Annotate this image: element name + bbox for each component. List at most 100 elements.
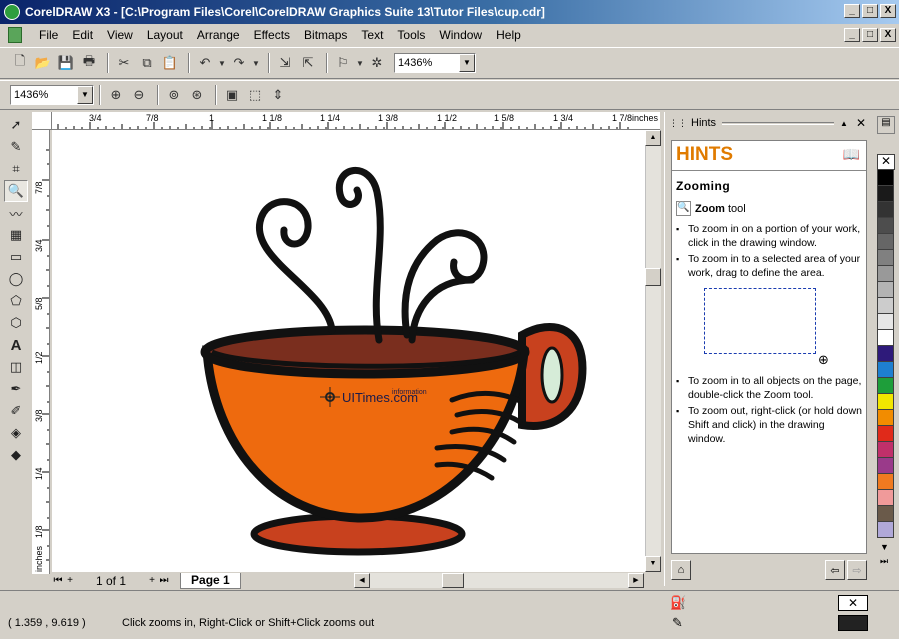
menu-layout[interactable]: Layout — [140, 28, 190, 42]
color-swatch[interactable] — [877, 314, 894, 330]
color-swatch[interactable] — [877, 410, 894, 426]
horizontal-scrollbar[interactable]: ◀ ▶ — [354, 573, 644, 588]
docker-header[interactable]: ⋮⋮ Hints ▲ ✕ — [665, 112, 872, 134]
palette-flyout-icon[interactable]: ▤ — [877, 116, 895, 134]
color-swatch[interactable] — [877, 458, 894, 474]
color-swatch[interactable] — [877, 522, 894, 538]
maximize-button[interactable]: □ — [862, 4, 878, 18]
doc-close-button[interactable]: X — [880, 28, 896, 42]
menu-bitmaps[interactable]: Bitmaps — [297, 28, 354, 42]
color-swatch[interactable] — [877, 362, 894, 378]
copy-icon[interactable]: ⧉ — [137, 53, 157, 73]
text-tool-icon[interactable]: A — [4, 334, 28, 356]
corel-online-icon[interactable]: ✲ — [367, 53, 387, 73]
scroll-down-icon[interactable]: ▼ — [645, 556, 661, 572]
last-page-icon[interactable]: ⏭ — [158, 575, 170, 586]
interactive-blend-tool-icon[interactable]: ◫ — [4, 356, 28, 378]
color-swatch[interactable] — [877, 234, 894, 250]
redo-icon[interactable]: ↷ — [229, 53, 249, 73]
color-swatch[interactable] — [877, 426, 894, 442]
color-swatch[interactable] — [877, 202, 894, 218]
hints-back-icon[interactable]: ⇦ — [825, 560, 845, 580]
coreldraw-app-icon[interactable] — [4, 4, 20, 20]
color-swatch[interactable] — [877, 506, 894, 522]
drawing-window[interactable]: UITimes.com information — [52, 130, 645, 572]
color-swatch[interactable] — [877, 474, 894, 490]
ellipse-tool-icon[interactable]: ◯ — [4, 268, 28, 290]
add-page-after-icon[interactable]: + — [146, 575, 158, 586]
save-icon[interactable]: 💾 — [56, 53, 76, 73]
document-icon[interactable] — [8, 27, 22, 43]
menu-view[interactable]: View — [100, 28, 140, 42]
palette-scroll-down-icon[interactable]: ▼ — [880, 542, 899, 552]
palette-end-icon[interactable]: ⏭ — [880, 556, 899, 567]
ruler-origin[interactable] — [32, 112, 52, 130]
zoom-out-icon[interactable]: ⊖ — [129, 85, 149, 105]
fill-status-icon[interactable]: ⛽ — [670, 595, 686, 611]
color-swatch[interactable] — [877, 490, 894, 506]
launcher-dropdown-icon[interactable]: ▼ — [356, 53, 364, 73]
zoom-to-page-icon[interactable]: ▣ — [222, 85, 242, 105]
paste-icon[interactable]: 📋 — [160, 53, 180, 73]
menu-effects[interactable]: Effects — [247, 28, 297, 42]
scroll-up-icon[interactable]: ▲ — [645, 130, 661, 146]
horizontal-scroll-thumb[interactable] — [442, 573, 464, 588]
page-tab[interactable]: Page 1 — [180, 572, 241, 589]
color-swatch[interactable] — [877, 266, 894, 282]
zoom-in-icon[interactable]: ⊕ — [106, 85, 126, 105]
color-swatch[interactable] — [877, 250, 894, 266]
menu-window[interactable]: Window — [432, 28, 489, 42]
menu-tools[interactable]: Tools — [390, 28, 432, 42]
zoom-to-selected-icon[interactable]: ⊚ — [164, 85, 184, 105]
fill-tool-icon[interactable]: ◈ — [4, 422, 28, 444]
outline-tool-icon[interactable]: ✐ — [4, 400, 28, 422]
menu-text[interactable]: Text — [354, 28, 390, 42]
menu-edit[interactable]: Edit — [65, 28, 100, 42]
shape-tool-icon[interactable]: ✎ — [4, 136, 28, 158]
rectangle-tool-icon[interactable]: ▭ — [4, 246, 28, 268]
menu-arrange[interactable]: Arrange — [190, 28, 247, 42]
redo-dropdown-icon[interactable]: ▼ — [252, 53, 260, 73]
smart-fill-tool-icon[interactable]: ▦ — [4, 224, 28, 246]
menu-file[interactable]: File — [32, 28, 65, 42]
scroll-right-icon[interactable]: ▶ — [628, 573, 644, 588]
outline-status-icon[interactable]: ✎ — [672, 615, 683, 631]
vertical-scroll-thumb[interactable] — [645, 268, 661, 286]
eyedropper-tool-icon[interactable]: ✒ — [4, 378, 28, 400]
zoom-to-page-height-icon[interactable]: ⇕ — [268, 85, 288, 105]
color-swatch[interactable] — [877, 298, 894, 314]
pick-tool-icon[interactable]: ➚ — [4, 114, 28, 136]
scroll-left-icon[interactable]: ◀ — [354, 573, 370, 588]
application-launcher-icon[interactable]: ⚐ — [333, 53, 353, 73]
color-swatch[interactable] — [877, 394, 894, 410]
color-swatch[interactable] — [877, 378, 894, 394]
docker-options-icon[interactable]: ▲ — [840, 119, 848, 128]
import-icon[interactable]: ⇲ — [275, 53, 295, 73]
open-icon[interactable]: 📂 — [33, 53, 53, 73]
color-swatch[interactable] — [877, 330, 894, 346]
undo-icon[interactable]: ↶ — [195, 53, 215, 73]
interactive-fill-tool-icon[interactable]: ◆ — [4, 444, 28, 466]
minimize-button[interactable]: _ — [844, 4, 860, 18]
basic-shapes-tool-icon[interactable]: ⬡ — [4, 312, 28, 334]
docker-grip-icon[interactable]: ⋮⋮ — [669, 118, 687, 129]
first-page-icon[interactable]: ⏮ — [52, 575, 64, 586]
print-icon[interactable]: 🖶 — [79, 53, 99, 73]
color-swatch[interactable] — [877, 282, 894, 298]
property-zoom-arrow-icon[interactable]: ▼ — [77, 86, 93, 104]
hints-forward-icon[interactable]: ⇨ — [847, 560, 867, 580]
docker-close-icon[interactable]: ✕ — [856, 116, 866, 130]
color-swatch[interactable] — [877, 218, 894, 234]
doc-restore-button[interactable]: □ — [862, 28, 878, 42]
zoom-dropdown-arrow-icon[interactable]: ▼ — [459, 54, 475, 72]
undo-dropdown-icon[interactable]: ▼ — [218, 53, 226, 73]
hints-home-icon[interactable]: ⌂ — [671, 560, 691, 580]
color-swatch[interactable] — [877, 346, 894, 362]
color-swatch[interactable] — [877, 170, 894, 186]
vertical-ruler[interactable]: 7/8 3/4 5/8 1/2 3/8 1/4 1/8 inches — [32, 130, 50, 574]
doc-minimize-button[interactable]: _ — [844, 28, 860, 42]
cut-icon[interactable]: ✂ — [114, 53, 134, 73]
new-document-icon[interactable]: 🗋 — [10, 53, 30, 73]
zoom-to-page-width-icon[interactable]: ⬚ — [245, 85, 265, 105]
zoom-level-combo[interactable]: 1436% ▼ — [394, 53, 476, 73]
